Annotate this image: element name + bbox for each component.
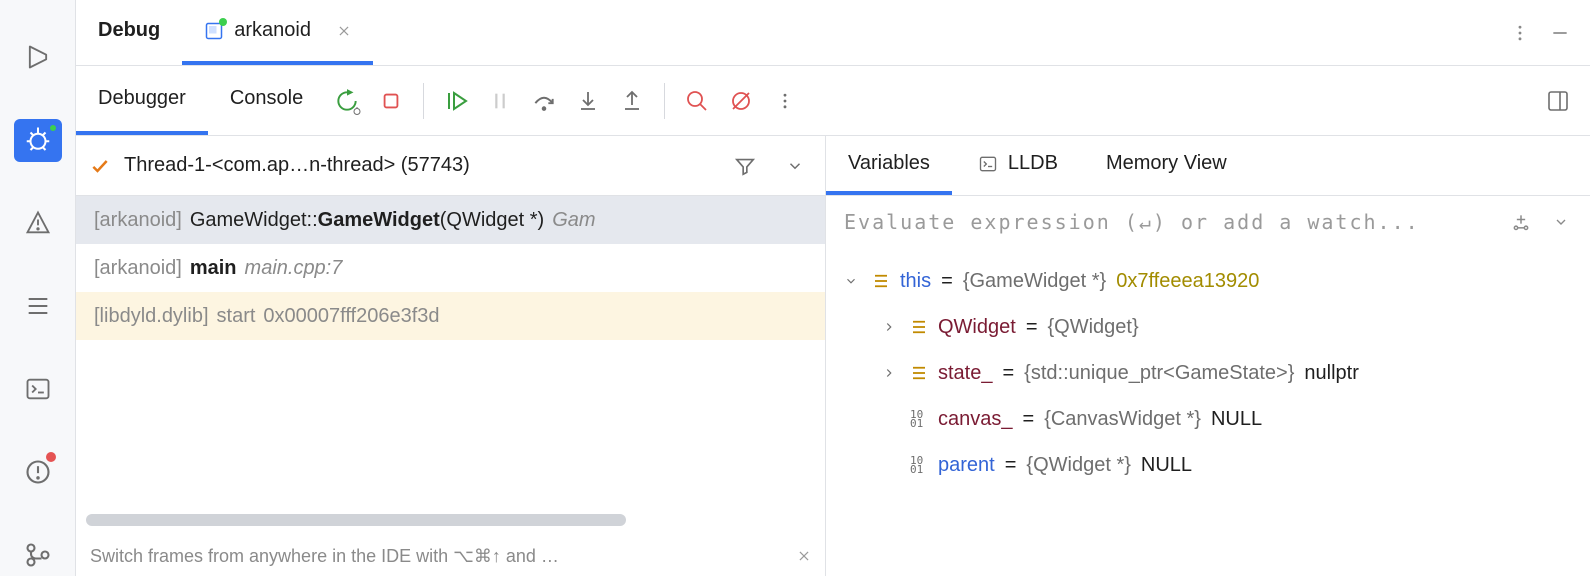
tab-lldb-label: LLDB	[1008, 152, 1058, 175]
variable-node-state[interactable]: state_ = {std::unique_ptr<GameState>} nu…	[844, 350, 1580, 396]
tab-debugger[interactable]: Debugger	[76, 66, 208, 135]
variable-node-canvas[interactable]: 1001 canvas_ = {CanvasWidget *} NULL	[844, 396, 1580, 442]
struct-icon	[910, 364, 928, 382]
var-type: {GameWidget *}	[963, 270, 1106, 293]
toolbar-more-icon[interactable]	[763, 79, 807, 123]
variable-node-qwidget[interactable]: QWidget = {QWidget}	[844, 304, 1580, 350]
frame-function: start	[217, 305, 256, 328]
frame-module: [libdyld.dylib]	[94, 305, 209, 328]
debug-tool-icon[interactable]	[14, 119, 62, 162]
vcs-tool-icon[interactable]	[14, 533, 62, 576]
frame-module: [arkanoid]	[94, 257, 182, 280]
tip-banner: Switch frames from anywhere in the IDE w…	[76, 536, 825, 576]
debugger-toolbar: Debugger Console	[76, 66, 1590, 136]
chevron-down-icon[interactable]	[777, 148, 813, 184]
step-out-button[interactable]	[610, 79, 654, 123]
watch-placeholder: Evaluate expression (↵) or add a watch..…	[844, 210, 1496, 234]
tab-memory-label: Memory View	[1106, 152, 1227, 175]
add-watch-icon[interactable]	[1506, 207, 1536, 237]
run-tool-icon[interactable]	[14, 36, 62, 79]
thread-name: Thread-1-<com.ap…n-thread> (57743)	[124, 154, 713, 177]
terminal-icon	[978, 154, 998, 174]
frame-module: [arkanoid]	[94, 209, 182, 232]
variables-panel: Variables LLDB Memory View Evaluate expr…	[826, 136, 1590, 576]
tab-debug[interactable]: Debug	[76, 0, 182, 65]
chevron-down-icon[interactable]	[1546, 207, 1576, 237]
frame-function: GameWidget::GameWidget(QWidget *)	[190, 209, 544, 232]
rerun-button[interactable]	[325, 79, 369, 123]
struct-icon	[910, 318, 928, 336]
problems-tool-icon[interactable]	[14, 202, 62, 245]
stack-frame[interactable]: [arkanoid] GameWidget::GameWidget(QWidge…	[76, 196, 825, 244]
filter-icon[interactable]	[727, 148, 763, 184]
stack-frame[interactable]: [libdyld.dylib] start 0x00007fff206e3f3d	[76, 292, 825, 340]
variable-node-this[interactable]: this = {GameWidget *} 0x7ffeeea13920	[844, 258, 1580, 304]
layout-settings-button[interactable]	[1536, 79, 1580, 123]
var-type: {CanvasWidget *}	[1044, 408, 1201, 431]
check-icon	[90, 156, 110, 176]
minimize-icon[interactable]	[1540, 13, 1580, 53]
struct-icon	[872, 272, 890, 290]
frame-function: main	[190, 257, 237, 280]
tab-console-label: Console	[230, 87, 303, 110]
evaluate-expression-input[interactable]: Evaluate expression (↵) or add a watch..…	[826, 196, 1590, 248]
var-value: NULL	[1211, 408, 1262, 431]
resume-button[interactable]	[434, 79, 478, 123]
terminal-tool-icon[interactable]	[14, 367, 62, 410]
var-name: state_	[938, 362, 992, 385]
var-name: this	[900, 270, 931, 293]
step-over-button[interactable]	[522, 79, 566, 123]
variables-tree: this = {GameWidget *} 0x7ffeeea13920 QWi…	[826, 248, 1590, 498]
tab-debugger-label: Debugger	[98, 87, 186, 110]
tab-run-config[interactable]: arkanoid	[182, 0, 373, 65]
var-value: nullptr	[1304, 362, 1358, 385]
chevron-right-icon[interactable]	[882, 366, 900, 380]
tab-console[interactable]: Console	[208, 66, 325, 135]
mute-breakpoints-button[interactable]	[719, 79, 763, 123]
var-value: NULL	[1141, 454, 1192, 477]
chevron-right-icon[interactable]	[882, 320, 900, 334]
frames-list: [arkanoid] GameWidget::GameWidget(QWidge…	[76, 196, 825, 504]
var-type: {QWidget *}	[1026, 454, 1131, 477]
pause-button[interactable]	[478, 79, 522, 123]
frame-location: main.cpp:7	[245, 257, 343, 280]
services-tool-icon[interactable]	[14, 450, 62, 493]
var-value: {QWidget}	[1048, 316, 1139, 339]
close-icon[interactable]	[797, 549, 811, 563]
tip-text: Switch frames from anywhere in the IDE w…	[90, 546, 559, 567]
tab-variables-label: Variables	[848, 152, 930, 175]
more-icon[interactable]	[1500, 13, 1540, 53]
chevron-down-icon[interactable]	[844, 274, 862, 288]
var-name: canvas_	[938, 408, 1013, 431]
debug-panel: Debug arkanoid Debugger Console	[76, 0, 1590, 576]
left-tool-rail	[0, 0, 76, 576]
step-into-button[interactable]	[566, 79, 610, 123]
tab-variables[interactable]: Variables	[826, 136, 952, 195]
tab-memory-view[interactable]: Memory View	[1084, 136, 1249, 195]
tab-lldb[interactable]: LLDB	[956, 136, 1080, 195]
tab-run-config-label: arkanoid	[234, 19, 311, 42]
var-name: parent	[938, 454, 995, 477]
view-breakpoints-button[interactable]	[675, 79, 719, 123]
binary-icon: 1001	[910, 456, 928, 474]
thread-selector[interactable]: Thread-1-<com.ap…n-thread> (57743)	[76, 136, 825, 196]
var-value: 0x7ffeeea13920	[1116, 270, 1259, 293]
top-tab-bar: Debug arkanoid	[76, 0, 1590, 66]
stop-button[interactable]	[369, 79, 413, 123]
var-name: QWidget	[938, 316, 1016, 339]
variable-node-parent[interactable]: 1001 parent = {QWidget *} NULL	[844, 442, 1580, 488]
structure-tool-icon[interactable]	[14, 285, 62, 328]
frames-panel: Thread-1-<com.ap…n-thread> (57743) [arka…	[76, 136, 826, 576]
frame-location: Gam	[552, 209, 595, 232]
tab-debug-label: Debug	[98, 19, 160, 42]
stack-frame[interactable]: [arkanoid] main main.cpp:7	[76, 244, 825, 292]
frame-location: 0x00007fff206e3f3d	[263, 305, 439, 328]
var-type: {std::unique_ptr<GameState>}	[1024, 362, 1294, 385]
binary-icon: 1001	[910, 410, 928, 428]
app-icon	[204, 21, 224, 41]
variables-tab-bar: Variables LLDB Memory View	[826, 136, 1590, 196]
close-icon[interactable]	[337, 24, 351, 38]
horizontal-scrollbar[interactable]	[76, 504, 825, 536]
